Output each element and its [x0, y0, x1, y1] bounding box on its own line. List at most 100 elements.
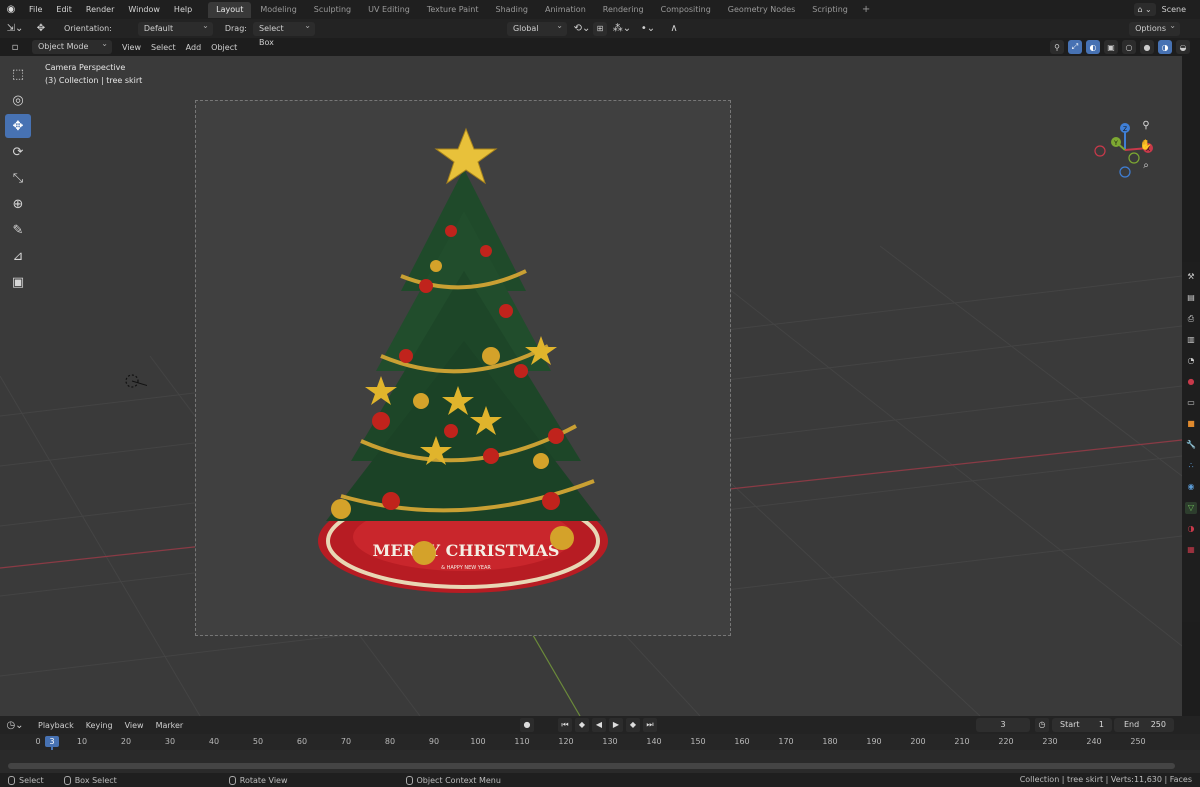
modifier-icon[interactable]: 🔧 — [1185, 439, 1197, 451]
status-rotate-view: Rotate View — [228, 775, 288, 785]
add-workspace-button[interactable]: + — [856, 4, 876, 15]
tab-animation[interactable]: Animation — [537, 2, 594, 18]
add-cube-icon[interactable]: ▣ — [5, 270, 31, 294]
menu-help[interactable]: Help — [167, 0, 199, 19]
drag-label: Drag: — [224, 24, 247, 33]
options-dropdown[interactable]: Options — [1129, 19, 1180, 36]
tab-modeling[interactable]: Modeling — [252, 2, 304, 18]
timeline-menu-playback[interactable]: Playback — [38, 721, 74, 730]
timeline-menu-view[interactable]: View — [125, 721, 144, 730]
tab-sculpting[interactable]: Sculpting — [306, 2, 359, 18]
camera-view-icon[interactable]: ⌕ — [1138, 158, 1154, 174]
rotate-icon[interactable]: ⟳ — [5, 140, 31, 164]
material-properties-icon[interactable]: ◑ — [1185, 523, 1197, 535]
tab-texture-paint[interactable]: Texture Paint — [419, 2, 487, 18]
solid-shading-icon[interactable]: ● — [1140, 40, 1154, 54]
scale-icon[interactable]: ⤡ — [5, 166, 31, 190]
material-shading-icon[interactable]: ◑ — [1158, 40, 1172, 54]
start-frame-field[interactable]: Start 1 — [1052, 718, 1112, 732]
wireframe-shading-icon[interactable]: ○ — [1122, 40, 1136, 54]
scene-properties-icon[interactable]: ◔ — [1185, 355, 1197, 367]
render-properties-icon[interactable]: ▤ — [1185, 292, 1197, 304]
physics-icon[interactable]: ◉ — [1185, 481, 1197, 493]
record-icon[interactable]: ● — [520, 718, 534, 732]
preview-range-icon[interactable]: ◷ — [1035, 718, 1049, 732]
gizmo-toggle-icon[interactable]: ⤢ — [1068, 40, 1082, 54]
object-properties-icon[interactable]: ■ — [1185, 418, 1197, 430]
mode-dropdown[interactable]: Object Mode — [32, 37, 112, 54]
texture-properties-icon[interactable]: ▦ — [1185, 544, 1197, 556]
editor-type-icon[interactable]: ▫ — [4, 40, 26, 54]
tab-compositing[interactable]: Compositing — [653, 2, 719, 18]
gizmo-neg-x-icon — [1094, 145, 1106, 157]
pan-hand-icon[interactable]: ✋ — [1138, 138, 1154, 154]
play-reverse-icon[interactable]: ◀ — [592, 718, 606, 732]
status-context-menu: Object Context Menu — [405, 775, 501, 785]
proportional-edit-icon[interactable]: •⌄ — [637, 22, 659, 36]
orientation-label: Orientation: — [64, 24, 112, 33]
falloff-icon[interactable]: ∧ — [663, 22, 685, 36]
transform-space-dropdown[interactable]: Global — [506, 19, 567, 36]
end-label: End — [1124, 720, 1140, 729]
pivot-icon[interactable]: ⟲⌄ — [571, 22, 593, 36]
measure-icon[interactable]: ⊿ — [5, 244, 31, 268]
jump-end-icon[interactable]: ⏭ — [643, 718, 657, 732]
tab-scripting[interactable]: Scripting — [804, 2, 856, 18]
annotate-icon[interactable]: ✎ — [5, 218, 31, 242]
next-keyframe-icon[interactable]: ◆ — [626, 718, 640, 732]
visibility-icon[interactable]: ⚲ — [1050, 40, 1064, 54]
play-icon[interactable]: ▶ — [609, 718, 623, 732]
zoom-icon[interactable]: ⚲ — [1138, 118, 1154, 134]
collection-properties-icon[interactable]: ▭ — [1185, 397, 1197, 409]
rendered-shading-icon[interactable]: ◒ — [1176, 40, 1190, 54]
prev-keyframe-icon[interactable]: ◆ — [575, 718, 589, 732]
tab-shading[interactable]: Shading — [487, 2, 536, 18]
viewport-menu-view[interactable]: View — [122, 43, 141, 52]
timeline-tick-label: 120 — [558, 737, 574, 746]
scene-selector[interactable]: ⌂ ⌄ Scene — [1133, 0, 1200, 19]
world-properties-icon[interactable]: ● — [1185, 376, 1197, 388]
viewport-menu-select[interactable]: Select — [151, 43, 176, 52]
tab-rendering[interactable]: Rendering — [595, 2, 652, 18]
end-frame-field[interactable]: End 250 — [1114, 718, 1174, 732]
output-properties-icon[interactable]: ⎙ — [1185, 313, 1197, 325]
move-icon[interactable]: ✥ — [5, 114, 31, 138]
particles-icon[interactable]: ∴ — [1185, 460, 1197, 472]
viewport-menu-add[interactable]: Add — [186, 43, 202, 52]
drag-dropdown[interactable]: Select Box — [252, 19, 315, 47]
timeline-editor-type-icon[interactable]: ◷⌄ — [4, 718, 26, 732]
tab-layout[interactable]: Layout — [208, 1, 252, 18]
snap-icon[interactable]: ⊞ — [592, 21, 607, 36]
timeline-menu-marker[interactable]: Marker — [156, 721, 184, 730]
tool-settings-icon[interactable]: ⇲⌄ — [4, 22, 26, 36]
light-object-icon[interactable] — [117, 366, 147, 396]
timeline-body[interactable] — [0, 750, 1200, 773]
tab-uv-editing[interactable]: UV Editing — [360, 2, 418, 18]
menu-window[interactable]: Window — [121, 0, 167, 19]
transform-icon[interactable]: ⊕ — [5, 192, 31, 216]
playback-controls: ● ⏮ ◆ ◀ ▶ ◆ ⏭ — [520, 718, 657, 732]
object-data-icon[interactable]: ▽ — [1185, 502, 1197, 514]
timeline-menu-keying[interactable]: Keying — [86, 721, 113, 730]
timeline-scrollbar[interactable] — [8, 763, 1175, 769]
cursor-icon[interactable]: ◎ — [5, 88, 31, 112]
snap-target-icon[interactable]: ⁂⌄ — [611, 22, 633, 36]
xray-icon[interactable]: ▣ — [1104, 40, 1118, 54]
view-layer-icon[interactable]: ▥ — [1185, 334, 1197, 346]
3d-viewport[interactable]: MERRY CHRISTMAS & HAPPY NEW YEAR Camera … — [0, 56, 1182, 716]
timeline-ruler[interactable]: 0 10 20 30 40 50 60 70 80 90 100 110 120 130 140 150 160… — [0, 734, 1200, 750]
tool-properties-icon[interactable]: ⚒ — [1185, 271, 1197, 283]
tab-geometry-nodes[interactable]: Geometry Nodes — [720, 2, 803, 18]
viewport-header: ▫ Object Mode View Select Add Object ⚲ ⤢… — [0, 37, 1200, 56]
menu-file[interactable]: File — [22, 0, 49, 19]
menu-render[interactable]: Render — [79, 0, 121, 19]
viewport-menu-object[interactable]: Object — [211, 43, 237, 52]
jump-start-icon[interactable]: ⏮ — [558, 718, 572, 732]
overlay-toggle-icon[interactable]: ◐ — [1086, 40, 1100, 54]
menu-edit[interactable]: Edit — [49, 0, 79, 19]
current-frame-field[interactable]: 3 — [976, 718, 1030, 732]
blender-logo-icon[interactable]: ◉ — [0, 0, 22, 19]
orientation-dropdown[interactable]: Default — [137, 19, 213, 36]
select-box-icon[interactable]: ⬚ — [5, 62, 31, 86]
timeline-tick-label: 110 — [514, 737, 530, 746]
